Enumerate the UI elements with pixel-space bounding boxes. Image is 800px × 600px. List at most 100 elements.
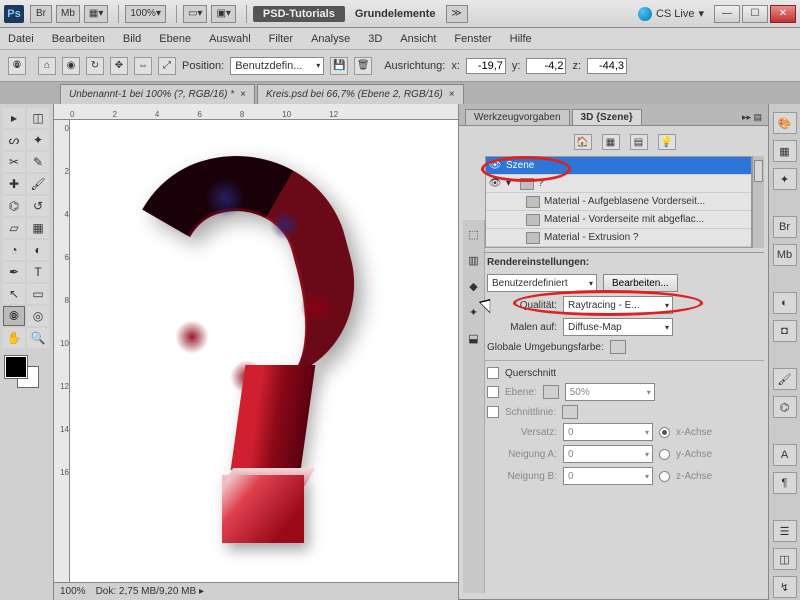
eyedropper-tool[interactable]: ✎ [27, 152, 49, 172]
scene-row-mat1[interactable]: Material - Aufgeblasene Vorderseit... [486, 193, 751, 211]
scrollbar[interactable] [752, 156, 764, 248]
menu-hilfe[interactable]: Hilfe [510, 33, 532, 45]
dock-layers-icon[interactable]: ☰ [773, 520, 797, 542]
dock-para-icon[interactable]: ¶ [773, 472, 797, 494]
stamp-tool[interactable]: ⌬ [3, 196, 25, 216]
history-brush-tool[interactable]: ↺ [27, 196, 49, 216]
pan-icon[interactable]: ✥ [110, 57, 128, 75]
paint-combo[interactable]: Diffuse-Map [563, 318, 673, 336]
zoom-combo[interactable]: 100% ▾ [125, 5, 166, 23]
menu-analyse[interactable]: Analyse [311, 33, 350, 45]
crop-tool[interactable]: ✂ [3, 152, 25, 172]
filter-light-icon[interactable]: ✦ [466, 304, 482, 320]
3d-camera-tool[interactable]: ◎ [27, 306, 49, 326]
dock-char-icon[interactable]: A [773, 444, 797, 466]
scene-filter-icon[interactable]: 🏠 [574, 134, 592, 150]
close-icon[interactable]: × [240, 89, 246, 100]
dock-paths-icon[interactable]: ↯ [773, 576, 797, 598]
delete-preset-icon[interactable]: 🗑 [354, 57, 372, 75]
minibridge-button[interactable]: Mb [56, 5, 80, 23]
filter-scene-icon[interactable]: ⬚ [466, 226, 482, 242]
x-input[interactable] [466, 58, 506, 74]
pen-tool[interactable]: ✒ [3, 262, 25, 282]
viewmode-button[interactable]: ▦▾ [84, 5, 108, 23]
marquee-tool[interactable]: ◫ [27, 108, 49, 128]
position-combo[interactable]: Benutzdefin... [230, 57, 324, 75]
scale-icon[interactable]: ⤢ [158, 57, 176, 75]
dock-clone-icon[interactable]: ⌬ [773, 396, 797, 418]
move-tool[interactable]: ▸ [3, 108, 25, 128]
slide-icon[interactable]: ⇔ [134, 57, 152, 75]
scene-row-mat3[interactable]: Material - Extrusion ? [486, 229, 751, 247]
home-icon[interactable]: ⌂ [38, 57, 56, 75]
dock-adjust-icon[interactable]: ◐ [773, 292, 797, 314]
path-tool[interactable]: ↖ [3, 284, 25, 304]
dock-masks-icon[interactable]: ◘ [773, 320, 797, 342]
3d-rotate-tool[interactable]: 🞋 [3, 306, 25, 326]
close-icon[interactable]: × [449, 89, 455, 100]
quality-combo[interactable]: Raytracing - E... [563, 296, 673, 314]
querschnitt-checkbox[interactable] [487, 367, 499, 379]
material-filter-icon[interactable]: ▤ [630, 134, 648, 150]
color-swatches[interactable] [3, 354, 43, 390]
dock-mb-icon[interactable]: Mb [773, 244, 797, 266]
screenmode-button[interactable]: ▣▾ [211, 5, 235, 23]
cslive-menu[interactable]: CS Live ▾ [638, 7, 704, 21]
eraser-tool[interactable]: ▱ [3, 218, 25, 238]
lasso-tool[interactable]: ᔕ [3, 130, 25, 150]
dock-br-icon[interactable]: Br [773, 216, 797, 238]
heal-tool[interactable]: ✚ [3, 174, 25, 194]
wand-tool[interactable]: ✦ [27, 130, 49, 150]
doctab-2[interactable]: Kreis.psd bei 66,7% (Ebene 2, RGB/16)× [257, 84, 464, 104]
menu-filter[interactable]: Filter [269, 33, 293, 45]
menu-ebene[interactable]: Ebene [159, 33, 191, 45]
light-filter-icon[interactable]: 💡 [658, 134, 676, 150]
shape-tool[interactable]: ▭ [27, 284, 49, 304]
eye-icon[interactable]: 👁 [488, 160, 502, 171]
scene-list[interactable]: 👁Szene 👁▾? Material - Aufgeblasene Vorde… [485, 156, 752, 248]
arrange-button[interactable]: ▭▾ [183, 5, 207, 23]
menu-auswahl[interactable]: Auswahl [209, 33, 251, 45]
workspace-1[interactable]: PSD-Tutorials [253, 6, 345, 22]
roll-icon[interactable]: ↻ [86, 57, 104, 75]
dock-channels-icon[interactable]: ◫ [773, 548, 797, 570]
scene-row-szene[interactable]: 👁Szene [486, 157, 751, 175]
ambient-color-swatch[interactable] [610, 340, 626, 354]
scene-row-mat2[interactable]: Material - Vorderseite mit abgeflac... [486, 211, 751, 229]
status-zoom[interactable]: 100% [60, 586, 86, 597]
dock-color-icon[interactable]: 🎨 [773, 112, 797, 134]
tab-werkzeugvorgaben[interactable]: Werkzeugvorgaben [465, 109, 570, 125]
canvas[interactable] [70, 120, 458, 582]
save-preset-icon[interactable]: 💾 [330, 57, 348, 75]
workspace-more[interactable]: ≫ [446, 5, 468, 23]
minimize-button[interactable]: — [714, 5, 740, 23]
blur-tool[interactable]: ◔ [3, 240, 25, 260]
hand-tool[interactable]: ✋ [3, 328, 25, 348]
menu-ansicht[interactable]: Ansicht [400, 33, 436, 45]
edit-button[interactable]: Bearbeiten... [603, 274, 678, 292]
dock-swatches-icon[interactable]: ▦ [773, 140, 797, 162]
y-input[interactable] [526, 58, 566, 74]
workspace-2[interactable]: Grundelemente [345, 6, 446, 22]
doctab-1[interactable]: Unbenannt-1 bei 100% (?, RGB/16) *× [60, 84, 255, 104]
filter-mesh-icon[interactable]: ▥ [466, 252, 482, 268]
filter-material-icon[interactable]: ◆ [466, 278, 482, 294]
menu-fenster[interactable]: Fenster [454, 33, 491, 45]
tab-3d-scene[interactable]: 3D {Szene} [572, 109, 642, 125]
z-input[interactable] [587, 58, 627, 74]
dodge-tool[interactable]: ◐ [27, 240, 49, 260]
foreground-swatch[interactable] [5, 356, 27, 378]
menu-3d[interactable]: 3D [368, 33, 382, 45]
rotate-icon[interactable]: ◉ [62, 57, 80, 75]
3d-object-questionmark[interactable] [110, 140, 390, 520]
menu-bild[interactable]: Bild [123, 33, 141, 45]
menu-datei[interactable]: Datei [8, 33, 34, 45]
panel-collapse-icon[interactable]: ▸▸ ▤ [736, 110, 768, 125]
dock-brush-icon[interactable]: 🖌 [773, 368, 797, 390]
gradient-tool[interactable]: ▦ [27, 218, 49, 238]
scene-row-mesh[interactable]: 👁▾? [486, 175, 751, 193]
filter-all-icon[interactable]: ⬓ [466, 330, 482, 346]
menu-bearbeiten[interactable]: Bearbeiten [52, 33, 105, 45]
render-preset-combo[interactable]: Benutzerdefiniert [487, 274, 597, 292]
zoom-tool[interactable]: 🔍 [27, 328, 49, 348]
